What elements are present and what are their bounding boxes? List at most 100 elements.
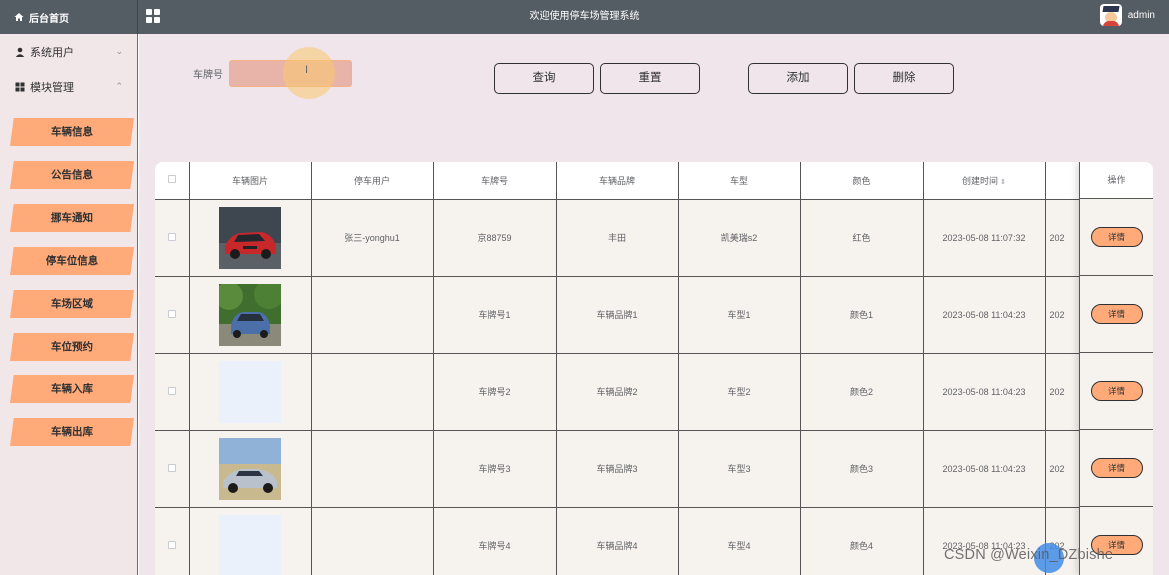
table-row: 车牌号1 车辆品牌1 车型1 颜色1 2023-05-08 11:04:23 2…: [155, 276, 1153, 354]
app-title: 欢迎使用停车场管理系统: [529, 11, 640, 22]
plate-search-input[interactable]: [229, 60, 352, 87]
select-all-checkbox[interactable]: [167, 175, 176, 184]
row-select-cell: [155, 507, 190, 575]
header-brand: 车辆品牌: [556, 162, 679, 200]
table-row: 车牌号2 车辆品牌2 车型2 颜色2 2023-05-08 11:04:23 2…: [155, 353, 1153, 431]
table-row: 张三-yonghu1 京88759 丰田 凯美瑞s2 红色 2023-05-08…: [155, 199, 1153, 277]
sidebar-item-parking-area[interactable]: 车场区域: [10, 290, 134, 318]
parking-user-cell: 张三-yonghu1: [311, 199, 434, 277]
color-cell: 颜色2: [800, 353, 924, 431]
table-row: 车牌号3 车辆品牌3 车型3 颜色3 2023-05-08 11:04:23 2…: [155, 430, 1153, 508]
query-button[interactable]: 查询: [494, 63, 594, 94]
sidebar-group-module-management[interactable]: 模块管理 ⌃: [0, 69, 137, 104]
plate-cell: 车牌号3: [433, 430, 557, 508]
sidebar-item-move-car-notice[interactable]: 挪车通知: [10, 204, 134, 232]
row-select-cell: [155, 276, 190, 354]
color-cell: 颜色3: [800, 430, 924, 508]
sidebar-item-vehicle-entry[interactable]: 车辆入库: [10, 375, 134, 403]
home-label: 后台首页: [29, 13, 69, 25]
sidebar-item-vehicle-info[interactable]: 车辆信息: [10, 118, 134, 146]
reset-button[interactable]: 重置: [600, 63, 700, 94]
grid-icon: [15, 82, 25, 91]
home-link[interactable]: 后台首页: [0, 0, 138, 34]
car-image-placeholder[interactable]: [219, 514, 281, 575]
plate-cell: 车牌号1: [433, 276, 557, 354]
parking-user-cell: [311, 353, 434, 431]
sidebar-item-parking-space-info[interactable]: 停车位信息: [10, 247, 134, 275]
table-row: 车牌号4 车辆品牌4 车型4 颜色4 2023-05-08 11:04:23 2…: [155, 507, 1153, 575]
row-checkbox[interactable]: [167, 540, 176, 549]
header-parking-user: 停车用户: [311, 162, 434, 200]
car-red-image[interactable]: [219, 206, 281, 269]
detail-button[interactable]: 详情: [1090, 381, 1143, 401]
detail-button[interactable]: 详情: [1090, 227, 1143, 247]
actions-cell: 详情: [1080, 507, 1153, 575]
actions-cell: 详情: [1080, 353, 1153, 430]
created-time-cell: 2023-05-08 11:04:23: [923, 276, 1046, 354]
parking-user-cell: [311, 507, 434, 575]
sidebar-item-vehicle-exit[interactable]: 车辆出库: [10, 418, 134, 446]
chevron-down-icon: ⌄: [115, 46, 123, 56]
header-model: 车型: [678, 162, 801, 200]
user-menu[interactable]: admin: [1099, 4, 1155, 26]
avatar: [1099, 4, 1122, 26]
row-select-cell: [155, 430, 190, 508]
car-image-cell: [189, 353, 312, 431]
brand-cell: 车辆品牌1: [556, 276, 679, 354]
row-checkbox[interactable]: [167, 463, 176, 472]
delete-button[interactable]: 删除: [854, 63, 954, 94]
model-cell: 车型2: [678, 353, 801, 431]
created-time-cell: 2023-05-08 11:04:23: [923, 507, 1046, 575]
sidebar-group-label: 模块管理: [30, 81, 74, 94]
color-cell: 颜色4: [800, 507, 924, 575]
sidebar-item-space-reservation[interactable]: 车位预约: [10, 333, 134, 361]
row-checkbox[interactable]: [167, 232, 176, 241]
parking-user-cell: [311, 430, 434, 508]
model-cell: 车型1: [678, 276, 801, 354]
brand-cell: 车辆品牌2: [556, 353, 679, 431]
top-bar: 后台首页 欢迎使用停车场管理系统 admin: [0, 0, 1169, 34]
menu-toggle-icon[interactable]: [146, 9, 160, 23]
row-select-cell: [155, 353, 190, 431]
plate-cell: 车牌号2: [433, 353, 557, 431]
color-cell: 红色: [800, 199, 924, 277]
row-checkbox[interactable]: [167, 309, 176, 318]
chevron-up-icon: ⌃: [115, 81, 123, 91]
actions-cell: 详情: [1080, 430, 1153, 507]
row-checkbox[interactable]: [167, 386, 176, 395]
car-blue-image[interactable]: [219, 283, 281, 346]
username: admin: [1127, 9, 1155, 21]
user-icon: [15, 47, 25, 57]
plate-search-label: 车牌号: [193, 70, 223, 81]
model-cell: 车型4: [678, 507, 801, 575]
detail-button[interactable]: 详情: [1090, 304, 1143, 324]
home-icon: [14, 13, 24, 21]
detail-button[interactable]: 详情: [1090, 458, 1143, 478]
model-cell: 车型3: [678, 430, 801, 508]
sidebar-group-system-users[interactable]: 系统用户 ⌄: [0, 34, 137, 69]
plate-cell: 车牌号4: [433, 507, 557, 575]
vehicle-table: 车辆图片 停车用户 车牌号 车辆品牌 车型 颜色 创建时间 ⇕ 张三-yongh…: [155, 162, 1153, 575]
plate-cell: 京88759: [433, 199, 557, 277]
sidebar: 系统用户 ⌄ 模块管理 ⌃ 车辆信息 公告信息 挪车通知 停车位信息 车场区域 …: [0, 34, 138, 575]
parking-user-cell: [311, 276, 434, 354]
car-image-cell: [189, 507, 312, 575]
table-header-row: 车辆图片 停车用户 车牌号 车辆品牌 车型 颜色 创建时间 ⇕: [155, 162, 1153, 200]
actions-cell: 详情: [1080, 199, 1153, 276]
car-image-placeholder[interactable]: [219, 360, 281, 423]
model-cell: 凯美瑞s2: [678, 199, 801, 277]
header-color: 颜色: [800, 162, 924, 200]
header-created-time[interactable]: 创建时间 ⇕: [923, 162, 1046, 200]
sidebar-group-label: 系统用户: [30, 46, 74, 59]
car-silver-image[interactable]: [219, 437, 281, 500]
brand-cell: 车辆品牌4: [556, 507, 679, 575]
created-time-cell: 2023-05-08 11:07:32: [923, 199, 1046, 277]
created-time-cell: 2023-05-08 11:04:23: [923, 353, 1046, 431]
color-cell: 颜色1: [800, 276, 924, 354]
add-button[interactable]: 添加: [748, 63, 848, 94]
sort-icon[interactable]: ⇕: [1000, 179, 1006, 186]
brand-cell: 车辆品牌3: [556, 430, 679, 508]
sidebar-item-announcements[interactable]: 公告信息: [10, 161, 134, 189]
car-image-cell: [189, 276, 312, 354]
header-actions: 操作: [1080, 162, 1153, 199]
